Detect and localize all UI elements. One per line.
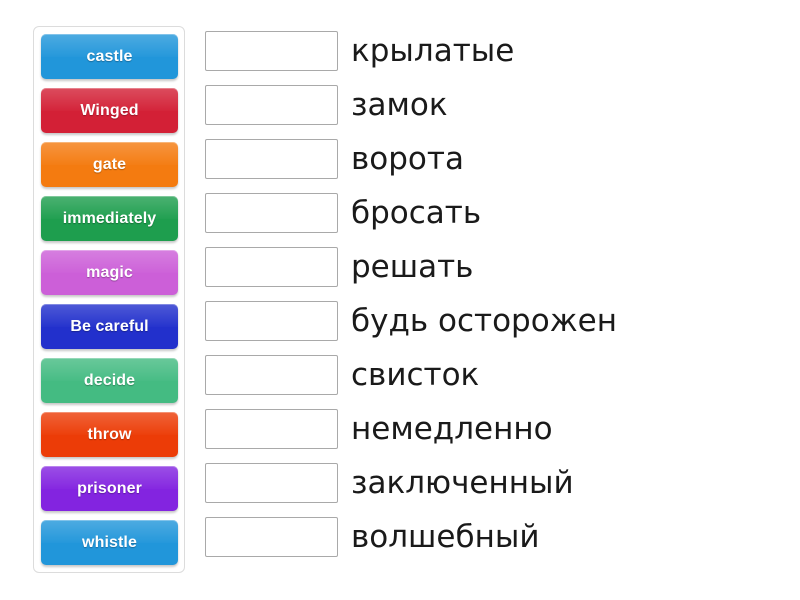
word-tile-label: gate [92,155,127,173]
translation-text: волшебный [351,518,540,555]
word-tile-label: magic [86,263,133,281]
answer-row: немедленно [205,409,617,449]
translation-text: бросать [351,194,482,231]
answer-drop-box[interactable] [205,301,338,341]
word-tile[interactable]: magic [41,250,178,295]
word-tile[interactable]: Be careful [41,304,178,349]
translation-text: будь осторожен [351,302,617,339]
answer-drop-box[interactable] [205,31,338,71]
answer-drop-box[interactable] [205,247,338,287]
translation-text: крылатые [351,32,515,69]
word-tile-label: Be careful [70,317,149,335]
word-tile-label: decide [83,371,136,389]
answer-row: волшебный [205,517,617,557]
answer-row: крылатые [205,31,617,71]
word-tile[interactable]: whistle [41,520,178,565]
answer-row: бросать [205,193,617,233]
word-tile[interactable]: decide [41,358,178,403]
answer-drop-box[interactable] [205,85,338,125]
answers-column: крылатые замок ворота бросать решать будь ост… [205,31,617,557]
word-tile-label: castle [86,47,133,65]
word-tile-label: Winged [80,101,139,119]
word-tiles-panel: castle Winged gate immediately magic Be caref… [33,26,185,573]
translation-text: ворота [351,140,464,177]
word-tile[interactable]: Winged [41,88,178,133]
answer-drop-box[interactable] [205,139,338,179]
answer-row: будь осторожен [205,301,617,341]
word-tile-label: whistle [82,533,137,551]
answer-drop-box[interactable] [205,193,338,233]
answer-drop-box[interactable] [205,517,338,557]
answer-row: решать [205,247,617,287]
answer-drop-box[interactable] [205,463,338,503]
word-tile[interactable]: throw [41,412,178,457]
answer-drop-box[interactable] [205,355,338,395]
word-tile[interactable]: gate [41,142,178,187]
translation-text: немедленно [351,410,553,447]
answer-drop-box[interactable] [205,409,338,449]
matching-exercise: castle Winged gate immediately magic Be caref… [0,0,800,600]
word-tile[interactable]: castle [41,34,178,79]
answer-row: заключенный [205,463,617,503]
word-tile-label: throw [87,425,132,443]
translation-text: заключенный [351,464,574,501]
answer-row: замок [205,85,617,125]
answer-row: свисток [205,355,617,395]
translation-text: замок [351,86,448,123]
word-tile[interactable]: immediately [41,196,178,241]
word-tile-label: prisoner [77,479,142,497]
answer-row: ворота [205,139,617,179]
word-tile-label: immediately [62,209,157,227]
translation-text: свисток [351,356,480,393]
translation-text: решать [351,248,474,285]
word-tile[interactable]: prisoner [41,466,178,511]
